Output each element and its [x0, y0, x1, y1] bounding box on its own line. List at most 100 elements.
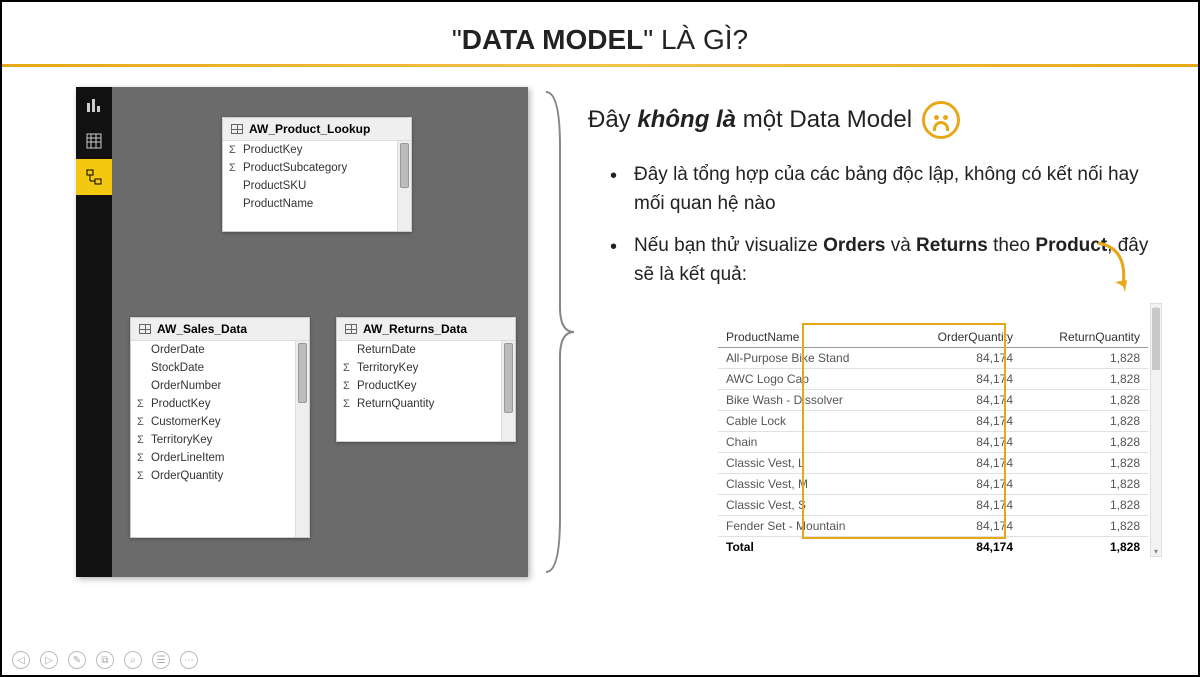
table-row[interactable]: Bike Wash - Dissolver84,1741,828: [718, 390, 1148, 411]
cell-product: AWC Logo Cap: [718, 369, 901, 390]
field-row[interactable]: ΣProductSubcategory: [223, 159, 411, 177]
copy-icon[interactable]: ⧉: [96, 651, 114, 669]
sigma-icon: Σ: [137, 398, 144, 410]
table-icon: [139, 324, 151, 334]
b2p1: Nếu bạn thử visualize: [634, 235, 823, 256]
title-bold: DATA MODEL: [462, 24, 643, 55]
field-name: ProductKey: [357, 380, 416, 392]
table-row[interactable]: Fender Set - Mountain84,1741,828: [718, 516, 1148, 537]
field-name: CustomerKey: [151, 416, 221, 428]
field-name: ProductKey: [151, 398, 210, 410]
cell-oq: 84,174: [901, 516, 1021, 537]
field-name: ReturnDate: [357, 344, 416, 356]
cell-product: Classic Vest, S: [718, 495, 901, 516]
report-view-icon[interactable]: [76, 87, 112, 123]
headline-em: không là: [637, 106, 736, 133]
sad-face-icon: [922, 101, 960, 139]
arrow-icon: [1088, 238, 1138, 298]
data-view-icon[interactable]: [76, 123, 112, 159]
field-name: TerritoryKey: [151, 434, 212, 446]
result-table: ProductName OrderQuantity ReturnQuantity…: [718, 327, 1148, 557]
model-view-icon[interactable]: [76, 159, 112, 195]
subtitle-icon[interactable]: ☰: [152, 651, 170, 669]
field-row[interactable]: StockDate: [131, 359, 309, 377]
cell-rq: 1,828: [1021, 432, 1148, 453]
sigma-icon: Σ: [137, 470, 144, 482]
sigma-icon: Σ: [343, 362, 350, 374]
field-row[interactable]: ReturnDate: [337, 341, 515, 359]
cell-rq: 1,828: [1021, 411, 1148, 432]
table-row[interactable]: Classic Vest, L84,1741,828: [718, 453, 1148, 474]
bullet-1-text: Đây là tổng hợp của các bảng độc lập, kh…: [634, 164, 1139, 214]
col-returnqty[interactable]: ReturnQuantity: [1021, 327, 1148, 348]
result-table-wrap: ProductName OrderQuantity ReturnQuantity…: [588, 303, 1148, 557]
scrollbar[interactable]: [501, 341, 515, 441]
table-icon: [231, 124, 243, 134]
footer-controls: ◁ ▷ ✎ ⧉ ⌕ ☰ ⋯: [12, 651, 198, 669]
sigma-icon: Σ: [229, 144, 236, 156]
sigma-icon: Σ: [343, 398, 350, 410]
field-row[interactable]: ΣProductKey: [337, 377, 515, 395]
curly-brace-icon: [538, 87, 578, 577]
cell-oq: 84,174: [901, 369, 1021, 390]
field-row[interactable]: Σ ReturnQuantity: [337, 395, 515, 413]
field-name: OrderNumber: [151, 380, 221, 392]
cell-rq: 1,828: [1021, 516, 1148, 537]
table-row[interactable]: All-Purpose Bike Stand84,1741,828: [718, 348, 1148, 369]
field-row[interactable]: ΣOrderQuantity: [131, 467, 309, 485]
field-row[interactable]: Σ TerritoryKey: [337, 359, 515, 377]
col-product[interactable]: ProductName: [718, 327, 901, 348]
table-row[interactable]: Cable Lock84,1741,828: [718, 411, 1148, 432]
col-orderqty[interactable]: OrderQuantity: [901, 327, 1021, 348]
cell-rq: 1,828: [1021, 495, 1148, 516]
zoom-icon[interactable]: ⌕: [124, 651, 142, 669]
cell-rq: 1,828: [1021, 348, 1148, 369]
field-name: TerritoryKey: [357, 362, 418, 374]
powerbi-model-screenshot: AW_Product_Lookup Σ ProductKey ΣProductSub…: [76, 87, 528, 577]
field-row[interactable]: OrderDate: [131, 341, 309, 359]
cell-product: Cable Lock: [718, 411, 901, 432]
cell-rq: 1,828: [1021, 453, 1148, 474]
pbi-sidebar: [76, 87, 112, 577]
table-product[interactable]: AW_Product_Lookup ΣProductKeyΣProductSub…: [222, 117, 412, 232]
table-returns[interactable]: AW_Returns_Data ReturnDateΣTerritoryKeyΣ…: [336, 317, 516, 442]
result-scrollbar[interactable]: ▴▾: [1150, 303, 1162, 557]
field-row[interactable]: Σ ProductKey: [131, 395, 309, 413]
sigma-icon: Σ: [137, 452, 144, 464]
field-name: OrderLineItem: [151, 452, 225, 464]
table-row[interactable]: Classic Vest, S84,1741,828: [718, 495, 1148, 516]
b2b2: Returns: [916, 235, 988, 256]
table-sales[interactable]: AW_Sales_Data OrderDateStockDateOrderNum…: [130, 317, 310, 538]
more-icon[interactable]: ⋯: [180, 651, 198, 669]
title-rest: " LÀ GÌ?: [643, 24, 748, 55]
table-row[interactable]: AWC Logo Cap84,1741,828: [718, 369, 1148, 390]
scrollbar[interactable]: [397, 141, 411, 231]
field-row[interactable]: OrderNumber: [131, 377, 309, 395]
headline-p2: một Data Model: [736, 106, 912, 133]
next-icon[interactable]: ▷: [40, 651, 58, 669]
field-row[interactable]: Σ OrderLineItem: [131, 449, 309, 467]
pen-icon[interactable]: ✎: [68, 651, 86, 669]
field-row[interactable]: Σ CustomerKey: [131, 413, 309, 431]
table-row[interactable]: Chain84,1741,828: [718, 432, 1148, 453]
field-row[interactable]: ΣTerritoryKey: [131, 431, 309, 449]
field-name: ReturnQuantity: [357, 398, 434, 410]
sigma-icon: Σ: [137, 416, 144, 428]
field-row[interactable]: ProductSKU: [223, 177, 411, 195]
cell-oq: 84,174: [901, 411, 1021, 432]
field-row[interactable]: ProductName: [223, 195, 411, 213]
cell-product: Classic Vest, M: [718, 474, 901, 495]
scrollbar[interactable]: [295, 341, 309, 537]
cell-oq: 84,174: [901, 495, 1021, 516]
table-returns-name: AW_Returns_Data: [363, 322, 467, 336]
field-row[interactable]: ΣProductKey: [223, 141, 411, 159]
field-name: OrderDate: [151, 344, 205, 356]
table-row[interactable]: Classic Vest, M84,1741,828: [718, 474, 1148, 495]
cell-oq: 84,174: [901, 453, 1021, 474]
headline-p1: Đây: [588, 106, 637, 133]
title-quote-open: ": [452, 24, 462, 55]
field-name: StockDate: [151, 362, 204, 374]
table-product-name: AW_Product_Lookup: [249, 122, 370, 136]
b2b1: Orders: [823, 235, 885, 256]
prev-icon[interactable]: ◁: [12, 651, 30, 669]
